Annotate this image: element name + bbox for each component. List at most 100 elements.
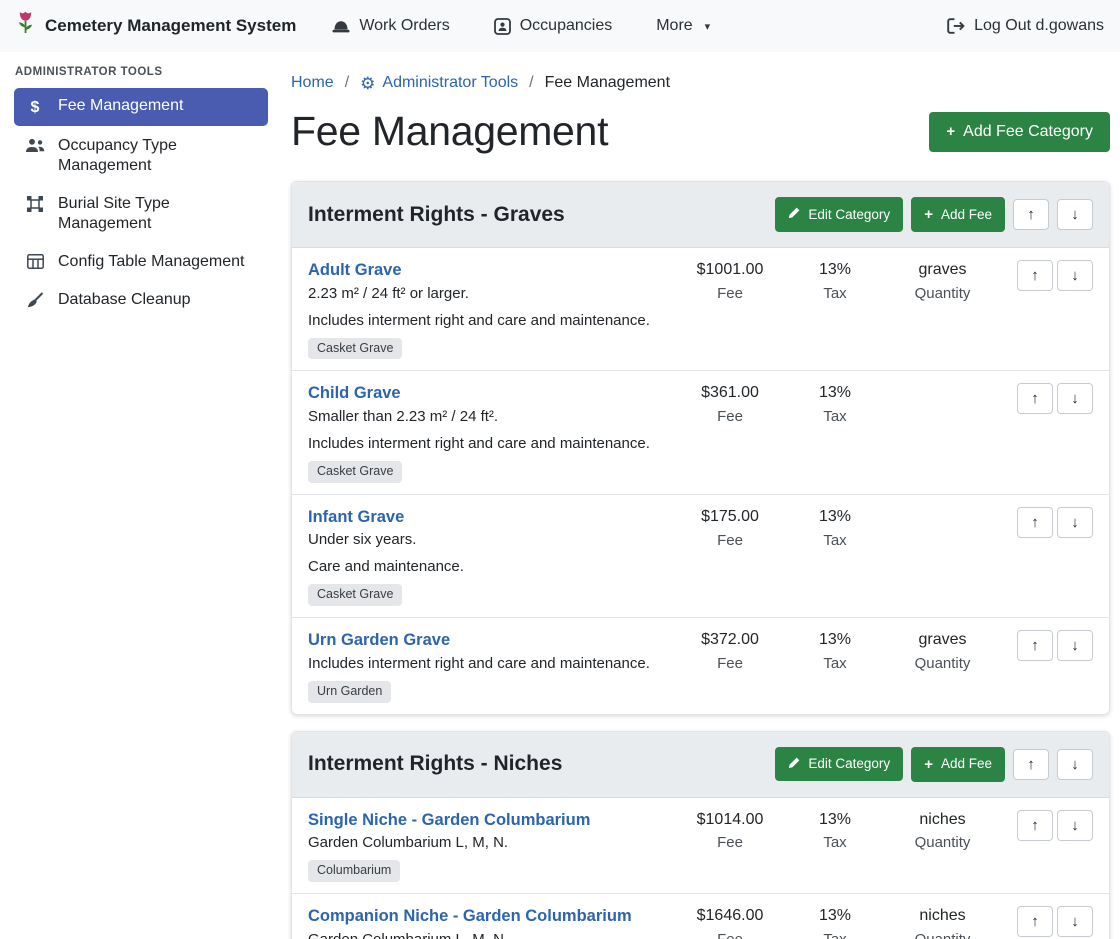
breadcrumb-home[interactable]: Home [291, 74, 334, 92]
move-fee-up-button[interactable]: ↑ [1017, 630, 1053, 661]
fee-name-link[interactable]: Adult Grave [308, 260, 402, 281]
sidebar-item-fee-management[interactable]: $ Fee Management [14, 88, 268, 126]
fee-amount-column: $1014.00 Fee [670, 810, 790, 852]
tax-label: Tax [790, 655, 880, 672]
fee-row-arrows: ↑ ↓ [1017, 383, 1093, 414]
move-fee-up-button[interactable]: ↑ [1017, 810, 1053, 841]
fees-container: Adult Grave 2.23 m² / 24 ft² or larger.I… [292, 248, 1109, 714]
move-category-down-button[interactable]: ↓ [1057, 199, 1093, 230]
tax-label: Tax [790, 285, 880, 302]
vector-square-icon [24, 196, 46, 212]
fee-name-link[interactable]: Urn Garden Grave [308, 630, 450, 651]
fee-amount-column: $1646.00 Fee [670, 906, 790, 939]
fee-description: Under six years. [308, 531, 662, 549]
main-content: Home / ⚙ Administrator Tools / Fee Manag… [280, 52, 1120, 939]
sidebar: ADMINISTRATOR TOOLS $ Fee Management Occ… [0, 52, 280, 939]
fee-amount-label: Fee [670, 408, 790, 425]
fee-amount-value: $361.00 [670, 383, 790, 404]
breadcrumb-administrator-tools[interactable]: ⚙ Administrator Tools [360, 74, 518, 92]
fee-category-card: Interment Rights - Niches Edit Category … [291, 731, 1110, 939]
move-fee-down-button[interactable]: ↓ [1057, 383, 1093, 414]
arrow-down-icon: ↓ [1071, 817, 1079, 834]
nav-work-orders[interactable]: Work Orders [332, 17, 449, 35]
logout-label: Log Out d.gowans [974, 17, 1104, 35]
sidebar-item-config-table-management[interactable]: Config Table Management [14, 244, 268, 280]
breadcrumb: Home / ⚙ Administrator Tools / Fee Manag… [291, 74, 1110, 92]
fee-amount-label: Fee [670, 655, 790, 672]
fee-name-link[interactable]: Infant Grave [308, 507, 404, 528]
brand-link[interactable]: Cemetery Management System [16, 11, 296, 42]
edit-category-button[interactable]: Edit Category [775, 197, 903, 232]
nav-more[interactable]: More ▾ [656, 17, 710, 35]
fee-name-link[interactable]: Child Grave [308, 383, 401, 404]
person-frame-icon [494, 18, 511, 35]
category-title: Interment Rights - Graves [308, 203, 565, 227]
move-category-up-button[interactable]: ↑ [1013, 749, 1049, 780]
fee-name-link[interactable]: Single Niche - Garden Columbarium [308, 810, 590, 831]
edit-category-button[interactable]: Edit Category [775, 747, 903, 782]
page-title: Fee Management [291, 108, 608, 155]
move-fee-down-button[interactable]: ↓ [1057, 810, 1093, 841]
add-fee-category-button[interactable]: + Add Fee Category [929, 112, 1110, 152]
category-title: Interment Rights - Niches [308, 752, 562, 776]
move-fee-up-button[interactable]: ↑ [1017, 906, 1053, 937]
fee-name-link[interactable]: Companion Niche - Garden Columbarium [308, 906, 632, 927]
tax-label: Tax [790, 931, 880, 939]
nav-occupancies[interactable]: Occupancies [494, 17, 613, 35]
quantity-label: Quantity [880, 655, 1005, 672]
quantity-value: graves [880, 630, 1005, 651]
edit-category-label: Edit Category [808, 757, 890, 771]
logout-link[interactable]: Log Out d.gowans [947, 17, 1104, 35]
breadcrumb-separator: / [345, 74, 349, 92]
breadcrumb-current: Fee Management [545, 74, 670, 92]
fee-descriptions: Garden Columbarium L, M, N. [308, 834, 662, 852]
fee-row: Urn Garden Grave Includes interment righ… [292, 618, 1109, 713]
fee-amount-value: $175.00 [670, 507, 790, 528]
hard-hat-icon [332, 19, 350, 34]
quantity-value: niches [880, 810, 1005, 831]
brand-title: Cemetery Management System [45, 16, 296, 36]
fee-description: Includes interment right and care and ma… [308, 655, 662, 673]
sidebar-item-burial-site-type-management[interactable]: Burial Site Type Management [14, 186, 268, 242]
fee-categories: Interment Rights - Graves Edit Category … [291, 181, 1110, 939]
sidebar-item-occupancy-type-management[interactable]: Occupancy Type Management [14, 128, 268, 184]
move-fee-down-button[interactable]: ↓ [1057, 507, 1093, 538]
plus-icon: + [924, 207, 933, 222]
move-fee-up-button[interactable]: ↑ [1017, 507, 1053, 538]
broom-icon [24, 292, 46, 308]
category-actions: Edit Category + Add Fee ↑ ↓ [775, 197, 1093, 232]
move-category-down-button[interactable]: ↓ [1057, 749, 1093, 780]
fee-descriptions: Smaller than 2.23 m² / 24 ft².Includes i… [308, 408, 662, 453]
logout-icon [947, 18, 965, 34]
fee-description: Care and maintenance. [308, 558, 662, 576]
move-fee-up-button[interactable]: ↑ [1017, 260, 1053, 291]
fee-amount-label: Fee [670, 532, 790, 549]
add-fee-label: Add Fee [941, 757, 992, 771]
move-fee-down-button[interactable]: ↓ [1057, 260, 1093, 291]
add-fee-button[interactable]: + Add Fee [911, 747, 1005, 782]
add-fee-button[interactable]: + Add Fee [911, 197, 1005, 232]
table-icon [24, 254, 46, 269]
breadcrumb-separator: / [529, 74, 533, 92]
move-fee-up-button[interactable]: ↑ [1017, 383, 1053, 414]
tax-label: Tax [790, 408, 880, 425]
fee-amount-value: $372.00 [670, 630, 790, 651]
add-fee-label: Add Fee [941, 208, 992, 222]
move-category-up-button[interactable]: ↑ [1013, 199, 1049, 230]
fee-info: Single Niche - Garden Columbarium Garden… [308, 810, 670, 882]
fee-description: Smaller than 2.23 m² / 24 ft². [308, 408, 662, 426]
sidebar-item-database-cleanup[interactable]: Database Cleanup [14, 282, 268, 318]
arrow-down-icon: ↓ [1071, 913, 1079, 930]
pencil-icon [788, 757, 800, 772]
sidebar-heading: ADMINISTRATOR TOOLS [15, 66, 268, 78]
fee-amount-column: $175.00 Fee [670, 507, 790, 549]
move-fee-down-button[interactable]: ↓ [1057, 906, 1093, 937]
tax-column: 13% Tax [790, 383, 880, 425]
quantity-column: graves Quantity [880, 630, 1005, 672]
fee-amount-label: Fee [670, 285, 790, 302]
fee-amount-column: $1001.00 Fee [670, 260, 790, 302]
fee-type-badge: Urn Garden [308, 681, 391, 703]
move-fee-down-button[interactable]: ↓ [1057, 630, 1093, 661]
sidebar-item-label: Config Table Management [58, 252, 245, 272]
sidebar-item-label: Fee Management [58, 96, 183, 116]
